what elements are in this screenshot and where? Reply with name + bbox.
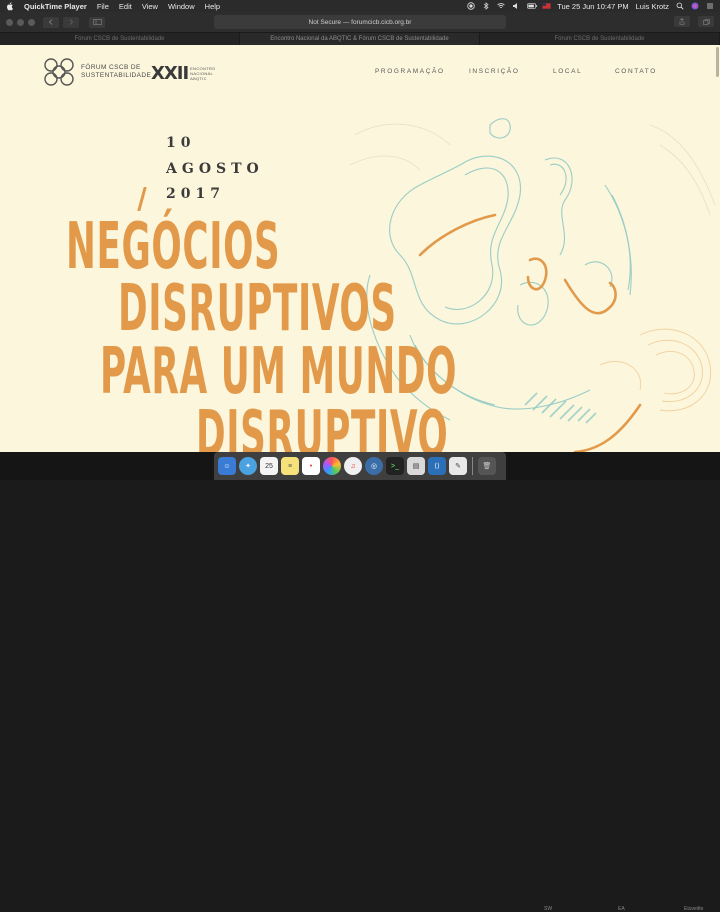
nav-contato[interactable]: CONTATO	[615, 68, 657, 75]
siri-icon[interactable]	[691, 2, 699, 10]
page-scrollbar[interactable]	[716, 47, 719, 77]
app-menu[interactable]: QuickTime Player	[24, 2, 87, 11]
notification-center-icon[interactable]	[706, 2, 714, 10]
address-bar[interactable]: Not Secure — forumcicb.cicb.org.br	[214, 15, 506, 29]
flag-icon[interactable]	[542, 2, 551, 10]
record-icon[interactable]	[467, 2, 475, 10]
headline-line-4: DISRUPTIVO	[196, 398, 449, 452]
nav-inscricao[interactable]: INSCRIÇÃO	[469, 68, 520, 75]
menu-file[interactable]: File	[97, 2, 109, 11]
share-button[interactable]	[674, 16, 690, 27]
tab-bar: Fórum CSCB de Sustentabilidade Encontro …	[0, 32, 720, 45]
web-page: FÓRUM CSCB DE SUSTENTABILIDADE XXII ENCO…	[0, 45, 720, 452]
notes-icon[interactable]: ≡	[281, 457, 299, 475]
address-text: Not Secure — forumcicb.cicb.org.br	[308, 18, 412, 26]
sidebar-button[interactable]	[89, 16, 105, 28]
background-label-2: EA	[618, 906, 625, 912]
volume-icon[interactable]	[512, 2, 520, 10]
accent-stroke	[137, 187, 147, 211]
menu-edit[interactable]: Edit	[119, 2, 132, 11]
logo-line-2: SUSTENTABILIDADE	[81, 72, 152, 79]
terminal-icon[interactable]: >_	[386, 457, 404, 475]
calendar-icon[interactable]: 25	[260, 457, 278, 475]
close-window-button[interactable]	[6, 18, 13, 26]
event-day: 10	[166, 135, 196, 151]
menu-bar: QuickTime Player File Edit View Window H…	[0, 0, 720, 12]
headline-line-2: DISRUPTIVOS	[118, 272, 397, 346]
menu-help[interactable]: Help	[205, 2, 220, 11]
nav-programacao[interactable]: PROGRAMAÇÃO	[375, 68, 445, 75]
event-year: 2017	[166, 186, 225, 202]
tabs-overview-button[interactable]	[698, 16, 714, 27]
browser-window: Not Secure — forumcicb.cicb.org.br Fórum…	[0, 12, 720, 452]
forum-logo[interactable]: FÓRUM CSCB DE SUSTENTABILIDADE	[43, 57, 151, 87]
photos-icon[interactable]	[323, 457, 341, 475]
nav-local[interactable]: LOCAL	[553, 68, 582, 75]
tab-1[interactable]: Fórum CSCB de Sustentabilidade	[0, 33, 240, 45]
dock-separator	[472, 457, 473, 475]
background-label-1: SW	[544, 906, 553, 912]
bluetooth-icon[interactable]	[482, 2, 490, 10]
forward-button[interactable]	[63, 16, 79, 28]
logo-line-1: FÓRUM CSCB DE	[81, 64, 141, 71]
preview-icon[interactable]: ▤	[407, 457, 425, 475]
user-menu[interactable]: Luis Krotz	[636, 2, 669, 11]
headline-line-1: NEGÓCIOS	[66, 210, 281, 284]
vscode-icon[interactable]: ⟨⟩	[428, 457, 446, 475]
battery-icon[interactable]	[527, 2, 538, 10]
safari-icon[interactable]: ✦	[239, 457, 257, 475]
clock[interactable]: Tue 25 Jun 10:47 PM	[557, 2, 628, 11]
network-icon[interactable]: ◎	[365, 457, 383, 475]
minimize-window-button[interactable]	[17, 18, 24, 26]
menu-window[interactable]: Window	[168, 2, 195, 11]
zoom-window-button[interactable]	[28, 18, 35, 26]
back-button[interactable]	[43, 16, 59, 28]
trash-icon[interactable]: 🗑	[478, 457, 496, 475]
tab-3[interactable]: Fórum CSCB de Sustentabilidade	[480, 33, 720, 45]
dock: ☺ ✦ 25 ≡ • ♫ ◎ >_ ▤ ⟨⟩ ✎ 🗑	[214, 452, 506, 480]
tab-2[interactable]: Encontro Nacional da ABQTIC & Fórum CSCB…	[240, 33, 480, 45]
music-icon[interactable]: ♫	[344, 457, 362, 475]
apple-icon[interactable]	[6, 1, 14, 11]
textedit-icon[interactable]: ✎	[449, 457, 467, 475]
reminders-icon[interactable]: •	[302, 457, 320, 475]
title-bar: Not Secure — forumcicb.cicb.org.br	[0, 12, 720, 32]
search-icon[interactable]	[676, 2, 684, 10]
menu-view[interactable]: View	[142, 2, 158, 11]
event-logo[interactable]: XXII ENCONTRO NACIONAL ABQTIC	[151, 63, 215, 84]
event-month: AGOSTO	[166, 161, 264, 177]
calendar-day: 25	[265, 462, 273, 470]
event-line-3: ABQTIC	[190, 76, 207, 81]
knot-logo-icon	[44, 58, 74, 86]
headline-line-3: PARA UM MUNDO	[100, 335, 458, 409]
background-label-3: Etuveitte	[684, 906, 704, 912]
finder-icon[interactable]: ☺	[218, 457, 236, 475]
wifi-icon[interactable]	[497, 2, 505, 10]
event-numeral: XXII	[151, 63, 189, 84]
